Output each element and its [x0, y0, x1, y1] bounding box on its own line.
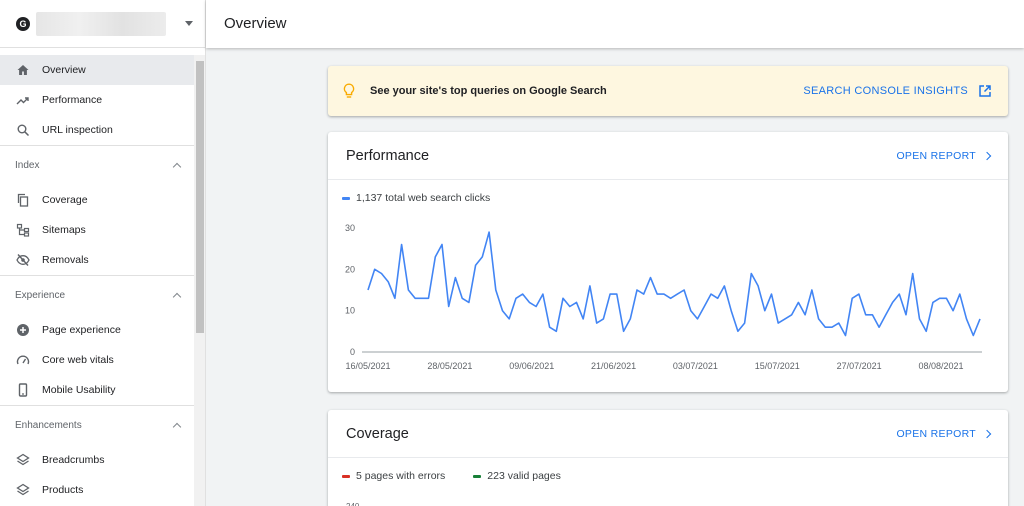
- sidebar-section-index[interactable]: Index: [0, 145, 194, 185]
- layers-icon: [16, 453, 30, 467]
- legend-label-errors: 5 pages with errors: [356, 470, 446, 482]
- x-tick-label: 09/06/2021: [509, 361, 554, 371]
- sidebar-item-sitemaps[interactable]: Sitemaps: [0, 215, 194, 245]
- sidebar-section-label: Enhancements: [15, 420, 82, 431]
- coverage-y-tick: 240: [346, 502, 359, 506]
- x-tick-label: 28/05/2021: [427, 361, 472, 371]
- chevron-up-icon: [172, 162, 182, 172]
- sidebar-item-page-experience[interactable]: Page experience: [0, 315, 194, 345]
- performance-title: Performance: [346, 147, 430, 164]
- legend-swatch-valid: [473, 474, 482, 478]
- x-tick-label: 27/07/2021: [837, 361, 882, 371]
- sidebar-item-label: Sitemaps: [42, 224, 86, 236]
- layers-icon: [16, 483, 30, 497]
- x-tick-label: 08/08/2021: [918, 361, 963, 371]
- insight-text: See your site's top queries on Google Se…: [370, 85, 607, 97]
- performance-legend: 1,137 total web search clicks: [328, 180, 1008, 204]
- performance-card-header: Performance OPEN REPORT: [328, 132, 1008, 180]
- y-tick-label: 10: [345, 306, 355, 316]
- home-icon: [16, 63, 30, 77]
- sidebar-item-label: Overview: [42, 64, 86, 76]
- coverage-legend: 5 pages with errors 223 valid pages: [328, 458, 1008, 482]
- chevron-up-icon: [172, 292, 182, 302]
- legend-swatch-errors: [342, 474, 350, 478]
- copy-icon: [16, 193, 30, 207]
- insight-link-label: SEARCH CONSOLE INSIGHTS: [803, 85, 968, 97]
- x-tick-label: 15/07/2021: [755, 361, 800, 371]
- sidebar-section-label: Experience: [15, 290, 66, 301]
- page-title: Overview: [224, 15, 287, 32]
- sidebar-item-label: URL inspection: [42, 124, 113, 136]
- y-tick-label: 30: [345, 223, 355, 233]
- sidebar-item-label: Products: [42, 484, 84, 496]
- sidebar-item-label: Core web vitals: [42, 354, 114, 366]
- search-console-insights-link[interactable]: SEARCH CONSOLE INSIGHTS: [803, 84, 992, 98]
- x-tick-label: 21/06/2021: [591, 361, 636, 371]
- eye-off-icon: [16, 253, 30, 267]
- sidebar-item-label: Removals: [42, 254, 89, 266]
- phone-icon: [16, 383, 30, 397]
- y-tick-label: 20: [345, 264, 355, 274]
- performance-open-report-button[interactable]: OPEN REPORT: [896, 149, 992, 162]
- caret-down-icon[interactable]: [185, 21, 193, 26]
- sidebar-section-experience[interactable]: Experience: [0, 275, 194, 315]
- legend-label-valid: 223 valid pages: [487, 470, 561, 482]
- sidebar-item-label: Page experience: [42, 324, 121, 336]
- series-line-clicks[interactable]: [367, 231, 981, 337]
- coverage-card-header: Coverage OPEN REPORT: [328, 410, 1008, 458]
- trending-up-icon: [16, 93, 30, 107]
- legend-label-clicks: 1,137 total web search clicks: [356, 192, 491, 204]
- chevron-up-icon: [172, 422, 182, 432]
- sidebar-nav: Overview Performance URL inspection Index Co…: [0, 55, 194, 505]
- sidebar-item-label: Breadcrumbs: [42, 454, 105, 466]
- sidebar-item-performance[interactable]: Performance: [0, 85, 194, 115]
- sidebar-section-label: Index: [15, 160, 40, 171]
- open-report-label: OPEN REPORT: [896, 149, 976, 162]
- top-bar: Overview: [206, 0, 1024, 48]
- sidebar-scrollbar[interactable]: [194, 55, 205, 506]
- open-in-new-icon: [979, 85, 991, 97]
- property-selector[interactable]: G: [0, 0, 205, 48]
- legend-item-clicks[interactable]: 1,137 total web search clicks: [342, 192, 490, 204]
- sidebar-section-enhancements[interactable]: Enhancements: [0, 405, 194, 445]
- sidebar-item-mobile-usability[interactable]: Mobile Usability: [0, 375, 194, 405]
- sidebar-item-label: Mobile Usability: [42, 384, 116, 396]
- performance-card: Performance OPEN REPORT 1,137 total web …: [328, 132, 1008, 392]
- search-icon: [16, 123, 30, 137]
- open-report-label: OPEN REPORT: [896, 427, 976, 440]
- speed-icon: [16, 353, 30, 367]
- coverage-title: Coverage: [346, 425, 409, 442]
- scrollbar-thumb[interactable]: [196, 61, 204, 333]
- sidebar-item-label: Coverage: [42, 194, 88, 206]
- lightbulb-icon: [343, 83, 355, 98]
- legend-swatch-clicks: [342, 196, 350, 200]
- sidebar-item-coverage[interactable]: Coverage: [0, 185, 194, 215]
- property-name-redacted: [36, 11, 166, 36]
- coverage-open-report-button[interactable]: OPEN REPORT: [896, 427, 992, 440]
- chevron-right-icon: [982, 151, 992, 160]
- sidebar-item-removals[interactable]: Removals: [0, 245, 194, 275]
- legend-item-errors[interactable]: 5 pages with errors: [342, 470, 445, 482]
- property-logo: G: [16, 16, 30, 31]
- add-circle-icon: [16, 323, 30, 337]
- sidebar-item-url-inspection[interactable]: URL inspection: [0, 115, 194, 145]
- x-tick-label: 16/05/2021: [345, 361, 390, 371]
- sidebar-item-overview[interactable]: Overview: [0, 55, 194, 85]
- performance-chart: 0 10 20 30 16/05/2021 28/05/2021 09/06/2021 21/…: [345, 223, 982, 371]
- sitemap-icon: [16, 223, 30, 237]
- legend-item-valid[interactable]: 223 valid pages: [473, 470, 561, 482]
- y-tick-label: 0: [350, 347, 355, 357]
- sidebar-item-label: Performance: [42, 94, 103, 106]
- sidebar-item-core-web-vitals[interactable]: Core web vitals: [0, 345, 194, 375]
- chevron-right-icon: [982, 429, 992, 438]
- x-tick-label: 03/07/2021: [673, 361, 718, 371]
- coverage-card: Coverage OPEN REPORT 5 pages with errors…: [328, 410, 1008, 506]
- insights-banner: See your site's top queries on Google Se…: [328, 66, 1008, 116]
- sidebar-item-products[interactable]: Products: [0, 475, 194, 505]
- sidebar-item-breadcrumbs[interactable]: Breadcrumbs: [0, 445, 194, 475]
- sidebar: G Overview Performance URL inspection Index…: [0, 0, 206, 506]
